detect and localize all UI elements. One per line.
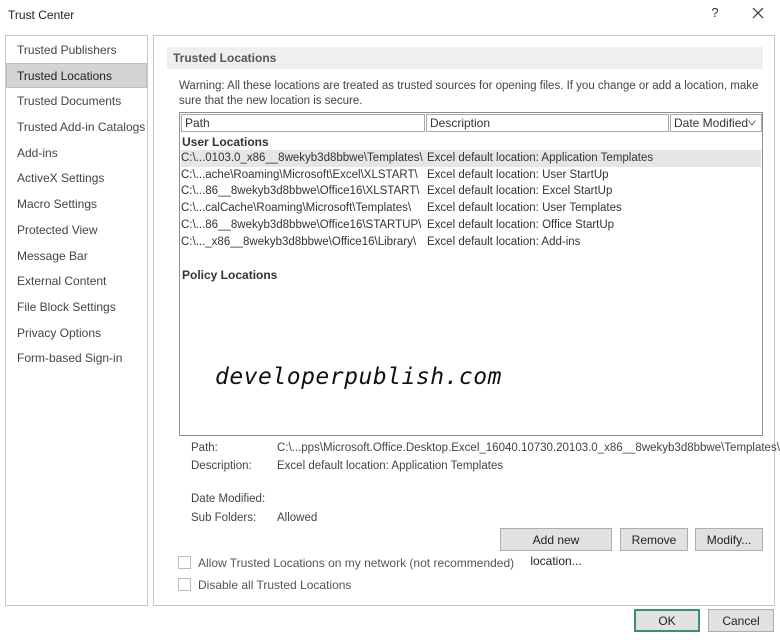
add-new-location-button[interactable]: Add new location... xyxy=(500,528,612,568)
detail-description: Description: Excel default location: App… xyxy=(191,460,503,472)
column-header-date-modified[interactable]: Date Modified xyxy=(670,114,762,132)
close-button[interactable] xyxy=(744,2,772,26)
detail-date-modified-label: Date Modified: xyxy=(191,493,266,505)
remove-button[interactable]: Remove xyxy=(620,528,688,551)
row-path: C:\...86__8wekyb3d8bbwe\Office16\STARTUP… xyxy=(181,218,422,231)
watermark-text: developerpublish.com xyxy=(215,364,502,390)
sidebar-item-trusted-publishers[interactable]: Trusted Publishers xyxy=(6,37,147,63)
detail-sub-folders-label: Sub Folders: xyxy=(191,512,257,524)
sidebar-item-trusted-documents[interactable]: Trusted Documents xyxy=(6,88,147,114)
row-path: C:\...86__8wekyb3d8bbwe\Office16\XLSTART… xyxy=(181,185,420,198)
row-description: Excel default location: User Templates xyxy=(427,202,622,215)
sidebar-item-macro-settings[interactable]: Macro Settings xyxy=(6,191,147,217)
detail-sub-folders: Sub Folders: Allowed xyxy=(191,512,317,524)
detail-sub-folders-value: Allowed xyxy=(277,512,318,524)
column-header-description[interactable]: Description xyxy=(426,114,669,132)
modify-button[interactable]: Modify... xyxy=(695,528,763,551)
detail-path-label: Path: xyxy=(191,442,218,454)
section-header: Trusted Locations xyxy=(167,47,763,69)
sidebar-item-protected-view[interactable]: Protected View xyxy=(6,217,147,243)
window-title: Trust Center xyxy=(8,8,75,22)
table-row[interactable]: C:\...0103.0_x86__8wekyb3d8bbwe\Template… xyxy=(181,150,761,167)
checkbox-label: Allow Trusted Locations on my network (n… xyxy=(198,556,515,570)
sidebar-item-privacy-options[interactable]: Privacy Options xyxy=(6,320,147,346)
ok-button[interactable]: OK xyxy=(634,609,700,632)
detail-date-modified: Date Modified: xyxy=(191,493,265,505)
main-panel: Trusted Locations Warning: All these loc… xyxy=(153,35,780,606)
title-bar: Trust Center ? xyxy=(0,0,780,30)
warning-text: Warning: All these locations are treated… xyxy=(179,80,759,107)
column-header-date-label: Date Modified xyxy=(674,116,749,130)
cancel-button[interactable]: Cancel xyxy=(708,609,774,632)
table-row[interactable]: C:\...86__8wekyb3d8bbwe\Office16\XLSTART… xyxy=(181,183,761,200)
table-row[interactable]: C:\...ache\Roaming\Microsoft\Excel\XLSTA… xyxy=(181,167,761,184)
close-icon xyxy=(752,7,764,19)
table-row[interactable]: C:\..._x86__8wekyb3d8bbwe\Office16\Libra… xyxy=(181,234,761,251)
table-row[interactable]: C:\...calCache\Roaming\Microsoft\Templat… xyxy=(181,200,761,217)
row-path: C:\..._x86__8wekyb3d8bbwe\Office16\Libra… xyxy=(181,235,417,248)
column-header-path[interactable]: Path xyxy=(181,114,425,132)
sidebar-item-file-block-settings[interactable]: File Block Settings xyxy=(6,294,147,320)
detail-description-value: Excel default location: Application Temp… xyxy=(277,460,504,472)
detail-path: Path: C:\...pps\Microsoft.Office.Desktop… xyxy=(191,442,780,454)
sidebar-item-trusted-add-in-catalogs[interactable]: Trusted Add-in Catalogs xyxy=(6,114,147,140)
checkbox-box[interactable] xyxy=(178,578,191,591)
row-description: Excel default location: Application Temp… xyxy=(427,152,654,164)
row-description: Excel default location: Excel StartUp xyxy=(427,185,613,198)
sidebar-item-trusted-locations[interactable]: Trusted Locations xyxy=(6,62,147,89)
help-button[interactable]: ? xyxy=(706,5,724,23)
row-path: C:\...ache\Roaming\Microsoft\Excel\XLSTA… xyxy=(181,168,418,181)
detail-description-label: Description: xyxy=(191,460,252,472)
group-label-user-locations: User Locations xyxy=(182,135,269,149)
sidebar: Trusted Publishers Trusted Locations Tru… xyxy=(5,35,148,606)
sidebar-item-activex-settings[interactable]: ActiveX Settings xyxy=(6,165,147,191)
sidebar-item-form-based-sign-in[interactable]: Form-based Sign-in xyxy=(6,345,147,371)
row-path: C:\...calCache\Roaming\Microsoft\Templat… xyxy=(181,202,412,215)
row-description: Excel default location: Office StartUp xyxy=(427,218,615,231)
group-label-policy-locations: Policy Locations xyxy=(182,268,278,282)
detail-path-value: C:\...pps\Microsoft.Office.Desktop.Excel… xyxy=(277,442,780,454)
sidebar-item-external-content[interactable]: External Content xyxy=(6,268,147,294)
checkbox-label: Disable all Trusted Locations xyxy=(198,578,352,592)
sort-chevron-down-icon xyxy=(748,120,756,126)
row-description: Excel default location: User StartUp xyxy=(427,168,609,181)
row-description: Excel default location: Add-ins xyxy=(427,235,581,248)
row-path: C:\...0103.0_x86__8wekyb3d8bbwe\Template… xyxy=(181,152,423,164)
sidebar-item-add-ins[interactable]: Add-ins xyxy=(6,140,147,166)
checkbox-box[interactable] xyxy=(178,556,191,569)
sidebar-item-message-bar[interactable]: Message Bar xyxy=(6,243,147,269)
table-row[interactable]: C:\...86__8wekyb3d8bbwe\Office16\STARTUP… xyxy=(181,217,761,234)
